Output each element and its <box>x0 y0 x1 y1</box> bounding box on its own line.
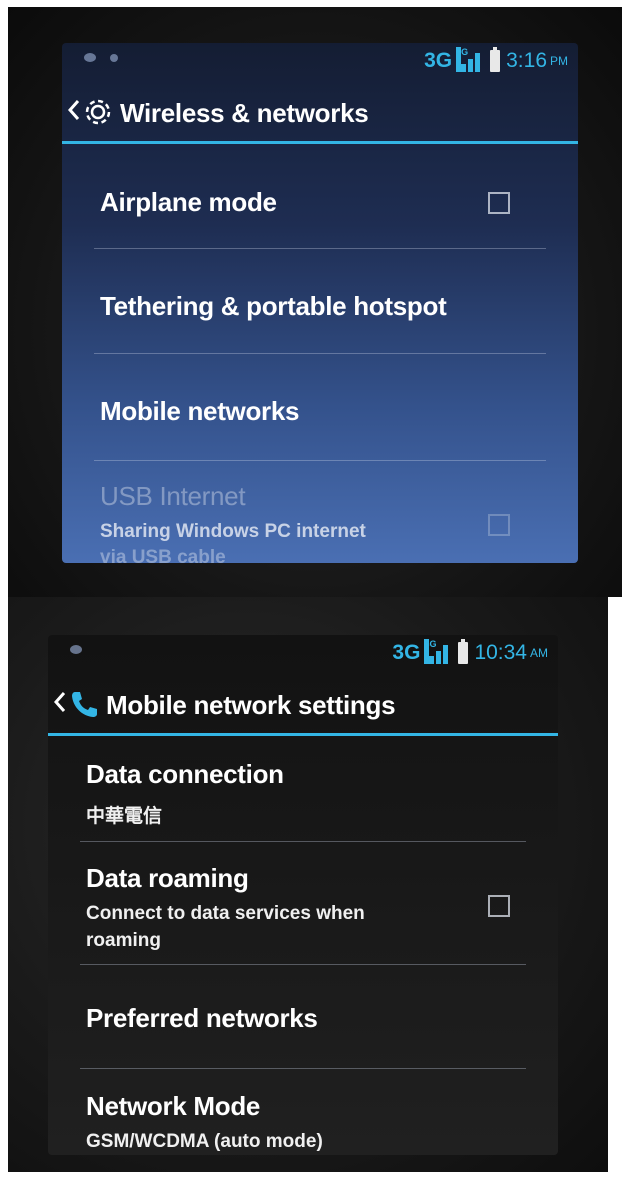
data-roaming-checkbox[interactable] <box>488 895 510 917</box>
network-type: 3G <box>424 49 453 72</box>
notification-icons <box>70 645 82 654</box>
clock-time: 3:16 <box>506 49 547 72</box>
list-item-data-roaming[interactable]: Data roaming Connect to data services wh… <box>72 841 534 965</box>
item-title: Tethering & portable hotspot <box>100 291 447 321</box>
signal-icon: 3G <box>456 47 484 72</box>
list-item-network-mode[interactable]: Network Mode GSM/WCDMA (auto mode) <box>72 1069 534 1155</box>
notification-icons <box>84 53 118 62</box>
list-item-airplane-mode[interactable]: Airplane mode <box>86 145 554 249</box>
back-chevron-icon[interactable] <box>54 691 66 713</box>
list-item-mobile-networks[interactable]: Mobile networks <box>86 353 554 461</box>
wifi-icon <box>110 53 118 62</box>
action-bar[interactable]: Mobile network settings <box>48 681 558 733</box>
item-title: Mobile networks <box>100 396 300 426</box>
clock-time: 10:34 <box>474 641 527 664</box>
eye-icon <box>84 53 96 62</box>
item-summary-cut: via USB cable <box>100 547 226 563</box>
phone-icon <box>72 692 97 717</box>
list-item-usb-internet: USB Internet Sharing Windows PC internet… <box>86 461 554 563</box>
status-bar: 3G 3G 10:34 AM <box>48 635 558 675</box>
mobile-network-settings-screen: 3G 3G 10:34 AM Mobile network settings D… <box>48 635 558 1155</box>
battery-icon <box>458 639 469 664</box>
bottom-photo: 3G 3G 10:34 AM Mobile network settings D… <box>8 597 608 1172</box>
status-bar: 3G 3G 3:16 PM <box>62 43 578 83</box>
item-title: USB Internet <box>100 481 246 511</box>
item-summary: GSM/WCDMA (auto mode) <box>86 1131 323 1152</box>
item-summary-line1: Connect to data services when <box>86 903 365 924</box>
list-item-preferred-networks[interactable]: Preferred networks <box>72 965 534 1069</box>
network-type: 3G <box>392 641 421 664</box>
page-title: Wireless & networks <box>120 98 369 128</box>
gear-icon <box>85 99 111 125</box>
action-bar[interactable]: Wireless & networks <box>62 89 578 141</box>
list-item-data-connection[interactable]: Data connection 中華電信 <box>72 737 534 842</box>
eye-icon <box>70 645 82 654</box>
top-photo: 3G 3G 3:16 PM Wireless & networks Airpla… <box>8 7 622 597</box>
item-summary: 中華電信 <box>86 806 163 827</box>
item-summary-line2: roaming <box>86 930 161 951</box>
item-title: Airplane mode <box>100 187 277 217</box>
wireless-networks-screen: 3G 3G 3:16 PM Wireless & networks Airpla… <box>62 43 578 563</box>
signal-icon: 3G <box>424 639 452 664</box>
back-chevron-icon[interactable] <box>68 99 80 121</box>
page-title: Mobile network settings <box>106 690 396 720</box>
item-summary: Sharing Windows PC internet <box>100 521 366 542</box>
action-bar-divider <box>48 733 558 736</box>
clock-ampm: AM <box>530 646 548 660</box>
action-bar-divider <box>62 141 578 144</box>
list-item-tethering[interactable]: Tethering & portable hotspot <box>86 249 554 354</box>
item-title: Data roaming <box>86 863 249 893</box>
battery-icon <box>490 47 501 72</box>
usb-internet-checkbox <box>488 514 510 536</box>
item-title: Network Mode <box>86 1091 261 1121</box>
item-title: Data connection <box>86 759 284 789</box>
clock-ampm: PM <box>550 54 568 68</box>
item-title: Preferred networks <box>86 1003 318 1033</box>
airplane-mode-checkbox[interactable] <box>488 192 510 214</box>
